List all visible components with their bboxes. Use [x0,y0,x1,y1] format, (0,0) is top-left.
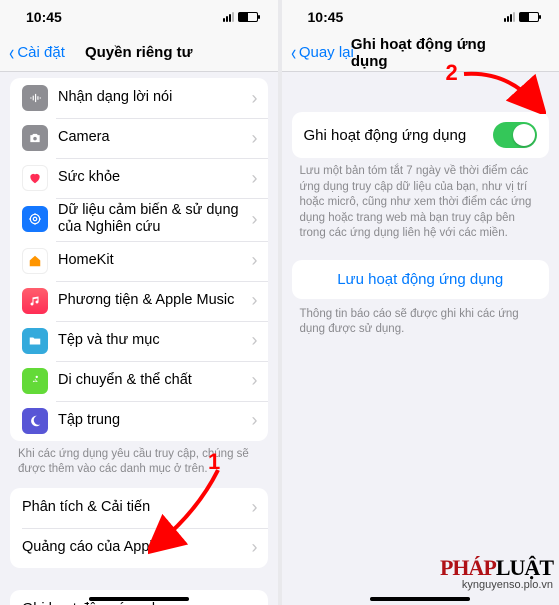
nav-bar: ‹ Cài đặt Quyền riêng tư [0,34,278,72]
row-label: Nhận dạng lời nói [58,89,252,106]
toggle-label: Ghi hoạt động ứng dụng [304,127,467,144]
row-analytics[interactable]: Phân tích & Cải tiến › [10,488,268,528]
chevron-right-icon: › [252,330,258,351]
status-bar: 10:45 [0,0,278,34]
row-label: Camera [58,129,252,146]
row-label: Ghi hoạt động ứng dụng [22,601,252,605]
page-title: Ghi hoạt động ứng dụng [351,36,490,70]
status-time: 10:45 [26,9,62,25]
toggle-row: Ghi hoạt động ứng dụng [292,112,550,158]
mic-icon [22,85,48,111]
focus-icon [22,408,48,434]
research-icon [22,206,48,232]
chevron-right-icon: › [252,370,258,391]
row-files[interactable]: Tệp và thư mục › [10,321,268,361]
activity-toggle[interactable] [493,122,537,148]
chevron-right-icon: › [252,497,258,518]
row-label: Tập trung [58,412,252,429]
chevron-right-icon: › [252,88,258,109]
row-label: Sức khỏe [58,169,252,186]
row-focus[interactable]: Tập trung › [10,401,268,441]
annotation-number-2: 2 [446,60,458,86]
watermark-logo: PHÁPLUẬT [440,555,553,581]
row-label: HomeKit [58,252,252,269]
row-label: Phương tiện & Apple Music [58,292,252,309]
save-activity-button[interactable]: Lưu hoạt động ứng dụng [292,260,550,299]
row-homekit[interactable]: HomeKit › [10,241,268,281]
chevron-right-icon: › [252,410,258,431]
chevron-right-icon: › [252,599,258,605]
row-health[interactable]: Sức khỏe › [10,158,268,198]
annotation-number-1: 1 [208,449,220,475]
status-time: 10:45 [308,9,344,25]
row-music[interactable]: Phương tiện & Apple Music › [10,281,268,321]
row-camera[interactable]: Camera › [10,118,268,158]
chevron-right-icon: › [252,537,258,558]
row-fitness[interactable]: Di chuyển & thể chất › [10,361,268,401]
fitness-icon [22,368,48,394]
phone-left: 10:45 ‹ Cài đặt Quyền riêng tư Nhận dạng… [0,0,278,605]
back-button[interactable]: ‹ Cài đặt [8,44,65,61]
chevron-right-icon: › [252,209,258,230]
chevron-right-icon: › [252,250,258,271]
row-label: Di chuyển & thể chất [58,372,252,389]
chevron-right-icon: › [252,290,258,311]
back-label: Quay lại [299,44,354,61]
folder-icon [22,328,48,354]
battery-icon [519,12,539,22]
battery-icon [238,12,258,22]
status-icons [223,12,258,22]
chevron-right-icon: › [252,128,258,149]
phone-right: 10:45 ‹ Quay lại Ghi hoạt động ứng dụng … [282,0,559,605]
row-label: Dữ liệu cảm biến & sử dụng của Nghiên cứ… [58,202,252,237]
health-icon [22,165,48,191]
camera-icon [22,125,48,151]
settings-group-apps: Nhận dạng lời nói › Camera › Sức khỏe › [10,78,268,441]
settings-scroll[interactable]: Nhận dạng lời nói › Camera › Sức khỏe › [0,72,278,605]
watermark: PHÁPLUẬT kynguyenso.plo.vn [440,555,553,591]
page-title: Quyền riêng tư [85,44,193,61]
back-button[interactable]: ‹ Quay lại [290,44,354,61]
settings-group-analytics: Phân tích & Cải tiến › Quảng cáo của App… [10,488,268,568]
group-footer: Khi các ứng dụng yêu cầu truy cập, chúng… [0,441,278,488]
home-icon [22,248,48,274]
row-speech[interactable]: Nhận dạng lời nói › [10,78,268,118]
annotation-arrow-2 [456,66,546,114]
save-footer: Thông tin báo cáo sẽ được ghi khi các ứn… [282,299,559,344]
signal-icon [504,12,515,22]
status-bar: 10:45 [282,0,559,34]
status-icons [504,12,539,22]
row-apple-ads[interactable]: Quảng cáo của Apple › [10,528,268,568]
toggle-description: Lưu một bản tóm tắt 7 ngày về thời điểm … [282,158,559,248]
row-label: Tệp và thư mục [58,332,252,349]
back-label: Cài đặt [17,44,65,61]
signal-icon [223,12,234,22]
music-icon [22,288,48,314]
home-indicator [89,597,189,601]
row-research[interactable]: Dữ liệu cảm biến & sử dụng của Nghiên cứ… [10,198,268,241]
home-indicator [370,597,470,601]
chevron-right-icon: › [252,168,258,189]
